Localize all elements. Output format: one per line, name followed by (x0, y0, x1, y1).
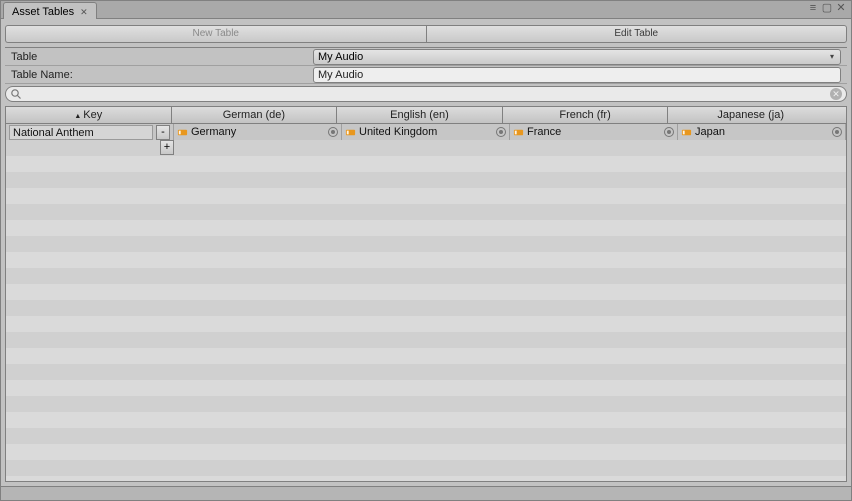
tablename-input[interactable]: My Audio (313, 67, 841, 83)
tab-title: Asset Tables (12, 6, 74, 18)
add-row: + (6, 140, 846, 156)
locale-cell-ja[interactable]: Japan (678, 124, 846, 140)
header-locale-fr[interactable]: French (fr) (502, 106, 668, 124)
header-locale-ja[interactable]: Japanese (ja) (667, 106, 833, 124)
locale-value: Japan (695, 126, 829, 138)
table-dropdown[interactable]: My Audio (313, 49, 841, 65)
search-icon (10, 88, 22, 100)
header-locale-en[interactable]: English (en) (336, 106, 502, 124)
locale-cell-en[interactable]: United Kingdom (342, 124, 510, 140)
audio-icon (345, 127, 356, 138)
new-table-button[interactable]: New Table (5, 25, 426, 43)
menu-icon[interactable]: ≡ (807, 2, 819, 14)
audio-icon (177, 127, 188, 138)
audio-icon (681, 127, 692, 138)
locale-value: Germany (191, 126, 325, 138)
audio-icon (513, 127, 524, 138)
tablename-label: Table Name: (5, 69, 313, 81)
window-buttons: ≡ ▢ ✕ (807, 2, 847, 14)
mode-bar: New Table Edit Table (5, 25, 847, 43)
object-picker-icon[interactable] (496, 127, 506, 137)
object-picker-icon[interactable] (832, 127, 842, 137)
search-bar[interactable]: ✕ (5, 86, 847, 102)
locale-value: United Kingdom (359, 126, 493, 138)
add-row-button[interactable]: + (160, 140, 174, 155)
bottom-scrollbar[interactable] (1, 486, 851, 500)
striped-bg: National Anthem - Germany United Kingdom… (6, 124, 846, 481)
asset-tables-window: Asset Tables ✕ ≡ ▢ ✕ New Table Edit Tabl… (0, 0, 852, 501)
column-headers: ▲Key German (de) English (en) French (fr… (5, 106, 847, 124)
tablename-row: Table Name: My Audio (5, 66, 847, 84)
object-picker-icon[interactable] (664, 127, 674, 137)
locale-value: France (527, 126, 661, 138)
table-label: Table (5, 51, 313, 63)
header-key[interactable]: ▲Key (5, 106, 171, 124)
tab-asset-tables[interactable]: Asset Tables ✕ (3, 2, 97, 19)
table-dropdown-value: My Audio (318, 51, 363, 63)
table-row: Table My Audio (5, 48, 847, 66)
header-locale-de[interactable]: German (de) (171, 106, 337, 124)
remove-row-button[interactable]: - (156, 125, 170, 140)
close-icon[interactable]: ✕ (80, 8, 88, 16)
add-key-cell: + (6, 140, 174, 156)
object-picker-icon[interactable] (328, 127, 338, 137)
close-window-icon[interactable]: ✕ (835, 2, 847, 14)
sort-icon: ▲ (74, 113, 81, 120)
maximize-icon[interactable]: ▢ (821, 2, 833, 14)
locale-cell-fr[interactable]: France (510, 124, 678, 140)
key-input[interactable]: National Anthem (9, 125, 153, 140)
header-spacer (833, 106, 847, 124)
locale-cell-de[interactable]: Germany (174, 124, 342, 140)
search-input[interactable] (22, 88, 830, 100)
edit-table-button[interactable]: Edit Table (426, 25, 848, 43)
key-cell: National Anthem - (6, 124, 174, 140)
data-area: National Anthem - Germany United Kingdom… (5, 124, 847, 482)
table-fields: Table My Audio Table Name: My Audio (5, 47, 847, 84)
clear-icon[interactable]: ✕ (830, 88, 842, 100)
tab-bar: Asset Tables ✕ ≡ ▢ ✕ (1, 1, 851, 19)
table-row: National Anthem - Germany United Kingdom… (6, 124, 846, 140)
